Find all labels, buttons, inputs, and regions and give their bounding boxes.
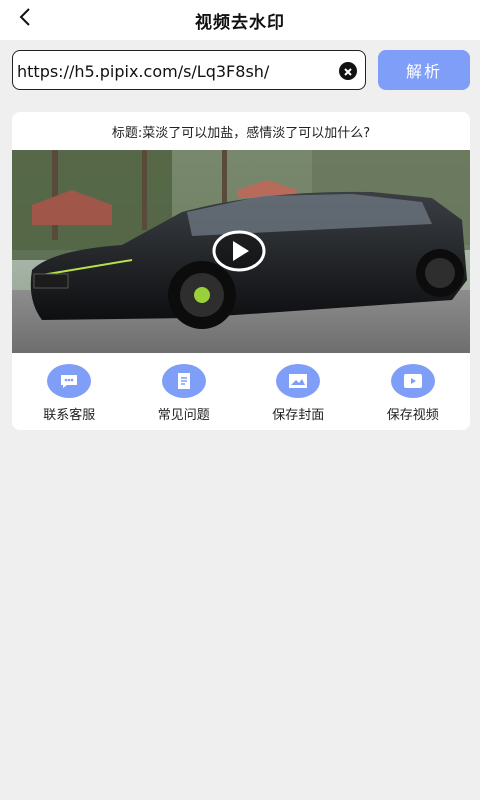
document-icon bbox=[161, 364, 206, 398]
play-icon bbox=[212, 230, 266, 272]
top-bar: 视频去水印 bbox=[0, 0, 480, 40]
video-result-card: 标题:菜淡了可以加盐，感情淡了可以加什么? 联系客服 常见问题 保存封面 保存视… bbox=[12, 112, 470, 430]
url-input-box[interactable] bbox=[12, 50, 366, 90]
chat-bubble-icon bbox=[47, 364, 92, 398]
action-label: 保存封面 bbox=[272, 408, 325, 423]
faq-button[interactable]: 常见问题 bbox=[127, 364, 242, 426]
save-video-button[interactable]: 保存视频 bbox=[356, 364, 471, 426]
url-input[interactable] bbox=[15, 55, 337, 87]
action-label: 保存视频 bbox=[386, 408, 439, 423]
url-input-row: 解析 bbox=[12, 50, 470, 92]
contact-support-button[interactable]: 联系客服 bbox=[12, 364, 127, 426]
video-title: 标题:菜淡了可以加盐，感情淡了可以加什么? bbox=[111, 126, 371, 141]
save-cover-button[interactable]: 保存封面 bbox=[241, 364, 356, 426]
action-label: 联系客服 bbox=[43, 408, 96, 423]
video-play-icon bbox=[390, 364, 435, 398]
play-button[interactable] bbox=[212, 230, 266, 272]
image-icon bbox=[276, 364, 321, 398]
action-label: 常见问题 bbox=[157, 408, 210, 423]
action-bar: 联系客服 常见问题 保存封面 保存视频 bbox=[12, 364, 470, 426]
close-circle-icon bbox=[343, 62, 353, 81]
page-title: 视频去水印 bbox=[195, 13, 285, 33]
parse-button[interactable]: 解析 bbox=[378, 50, 470, 90]
video-thumbnail[interactable] bbox=[12, 150, 470, 353]
clear-url-button[interactable] bbox=[339, 62, 357, 80]
